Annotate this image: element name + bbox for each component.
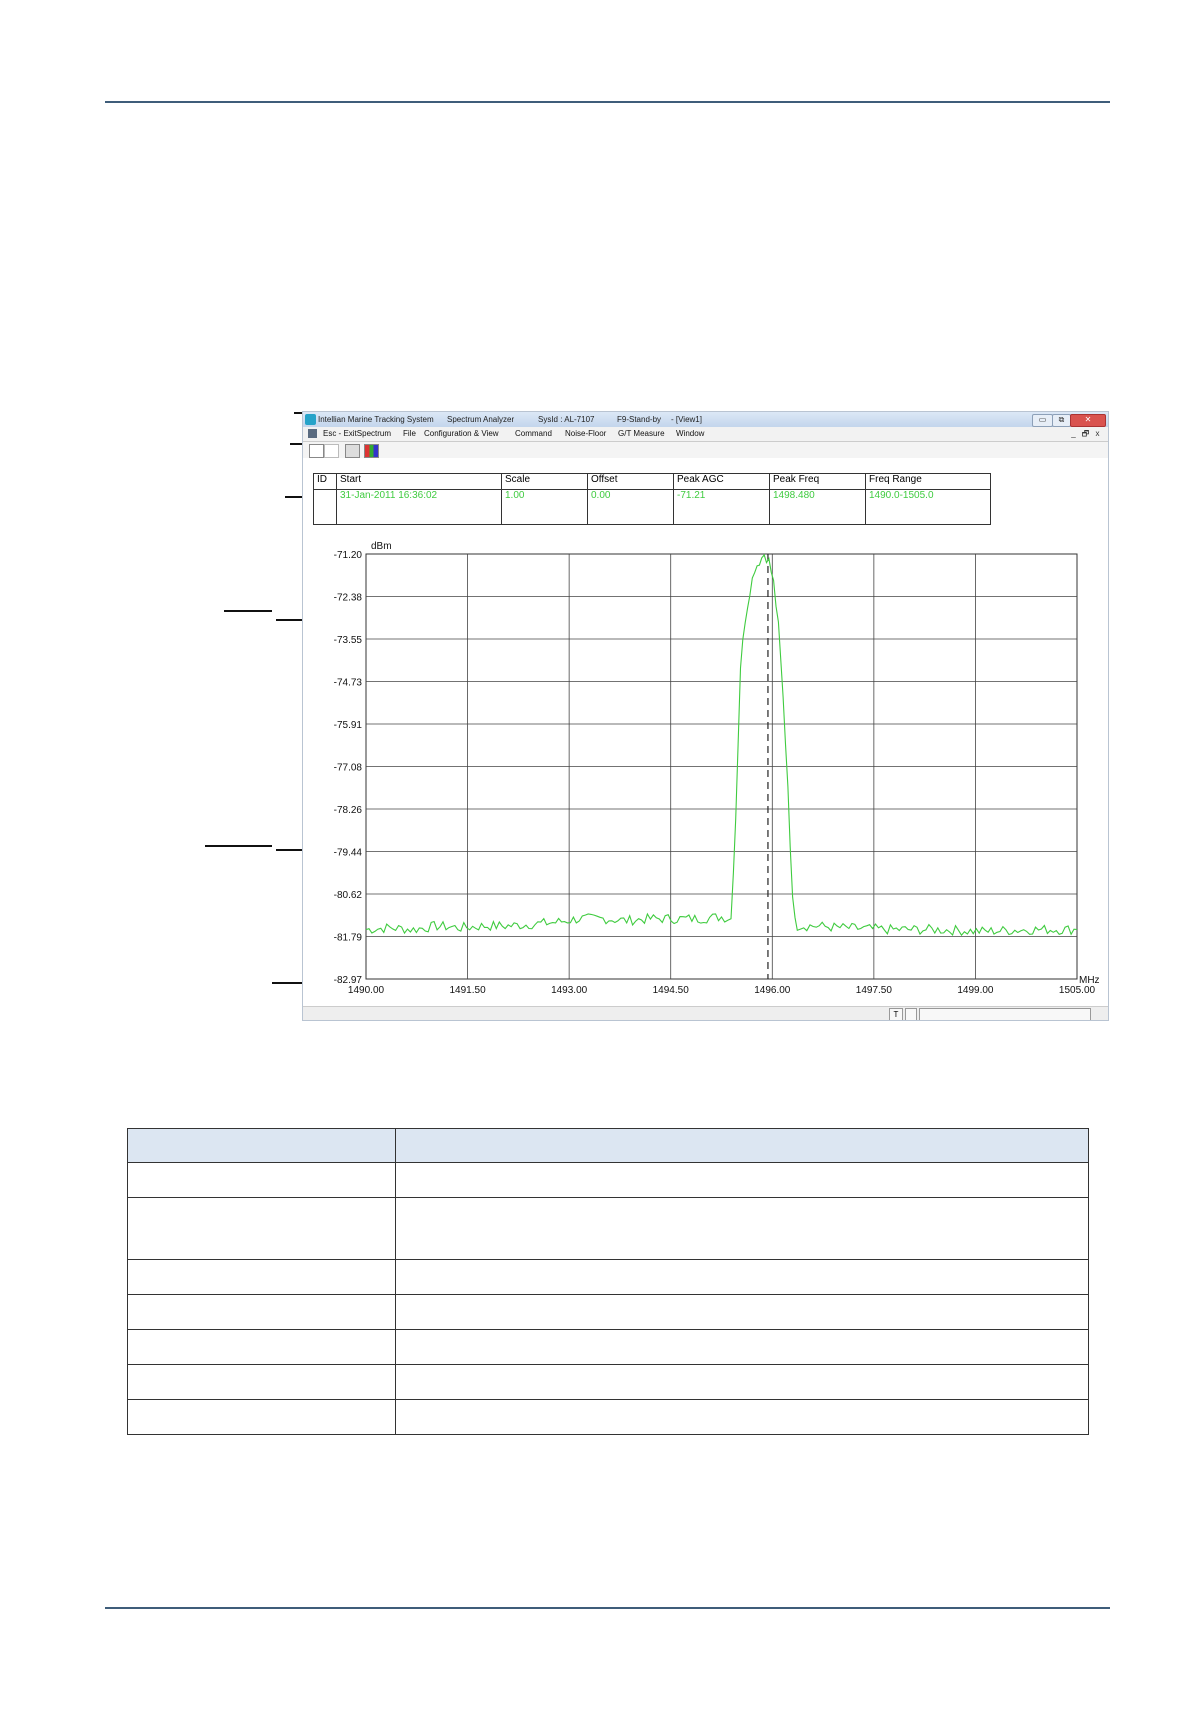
description-table bbox=[127, 1128, 1089, 1435]
desc-cell bbox=[395, 1259, 1089, 1295]
desc-cell bbox=[395, 1364, 1089, 1400]
callout-line-bottom bbox=[272, 982, 306, 984]
y-unit-label: dBm bbox=[371, 541, 392, 552]
desc-header-row bbox=[127, 1128, 1089, 1163]
x-tick-label: 1491.50 bbox=[449, 985, 486, 996]
status-bar: T bbox=[303, 1006, 1108, 1020]
desc-row bbox=[127, 1399, 1089, 1435]
desc-cell bbox=[127, 1329, 396, 1365]
x-tick-label: 1505.00 bbox=[1059, 985, 1096, 996]
y-tick-label: -74.73 bbox=[334, 678, 363, 689]
x-tick-label: 1496.00 bbox=[754, 985, 791, 996]
y-tick-label: -78.26 bbox=[334, 805, 363, 816]
desc-row bbox=[127, 1259, 1089, 1295]
spectrum-trace-line bbox=[365, 553, 1078, 937]
desc-cell bbox=[127, 1162, 396, 1198]
status-box-2 bbox=[905, 1008, 917, 1020]
desc-cell bbox=[127, 1364, 396, 1400]
status-box-t: T bbox=[889, 1008, 903, 1020]
desc-cell bbox=[395, 1294, 1089, 1330]
desc-cell bbox=[395, 1329, 1089, 1365]
y-tick-label: -80.62 bbox=[334, 890, 363, 901]
x-tick-label: 1493.00 bbox=[551, 985, 588, 996]
spectrum-analyzer-window: Intellian Marine Tracking System Spectru… bbox=[302, 411, 1109, 1021]
y-tick-label: -71.20 bbox=[334, 550, 363, 561]
plot-grid bbox=[365, 553, 1078, 980]
status-box-3 bbox=[919, 1008, 1091, 1020]
x-tick-label: 1494.50 bbox=[653, 985, 690, 996]
desc-cell bbox=[127, 1197, 396, 1260]
y-tick-label: -79.44 bbox=[334, 848, 363, 859]
desc-header-col1 bbox=[127, 1128, 396, 1163]
desc-cell bbox=[395, 1399, 1089, 1435]
y-tick-label: -81.79 bbox=[334, 933, 363, 944]
y-tick-label: -73.55 bbox=[334, 635, 363, 646]
desc-cell bbox=[127, 1259, 396, 1295]
desc-row bbox=[127, 1197, 1089, 1260]
x-tick-label: 1490.00 bbox=[348, 985, 385, 996]
y-tick-label: -77.08 bbox=[334, 763, 363, 774]
callout-line-axis-a bbox=[205, 845, 272, 847]
spectrum-trace bbox=[365, 553, 1078, 937]
spectrum-plot: dBm MHz -71.20-72.38-73.55-74.73-75.91-7… bbox=[334, 541, 1100, 996]
footer-rule bbox=[105, 1607, 1110, 1609]
y-tick-label: -75.91 bbox=[334, 720, 363, 731]
desc-row bbox=[127, 1294, 1089, 1330]
desc-row bbox=[127, 1364, 1089, 1400]
callout-line-plot-a bbox=[224, 610, 272, 612]
desc-row bbox=[127, 1329, 1089, 1365]
x-tick-label: 1499.00 bbox=[957, 985, 994, 996]
header-rule bbox=[105, 101, 1110, 103]
desc-header-col2 bbox=[395, 1128, 1089, 1163]
desc-cell bbox=[127, 1399, 396, 1435]
desc-cell bbox=[395, 1162, 1089, 1198]
desc-cell bbox=[127, 1294, 396, 1330]
x-tick-label: 1497.50 bbox=[856, 985, 893, 996]
y-tick-label: -72.38 bbox=[334, 593, 363, 604]
desc-cell bbox=[395, 1197, 1089, 1260]
desc-row bbox=[127, 1162, 1089, 1198]
